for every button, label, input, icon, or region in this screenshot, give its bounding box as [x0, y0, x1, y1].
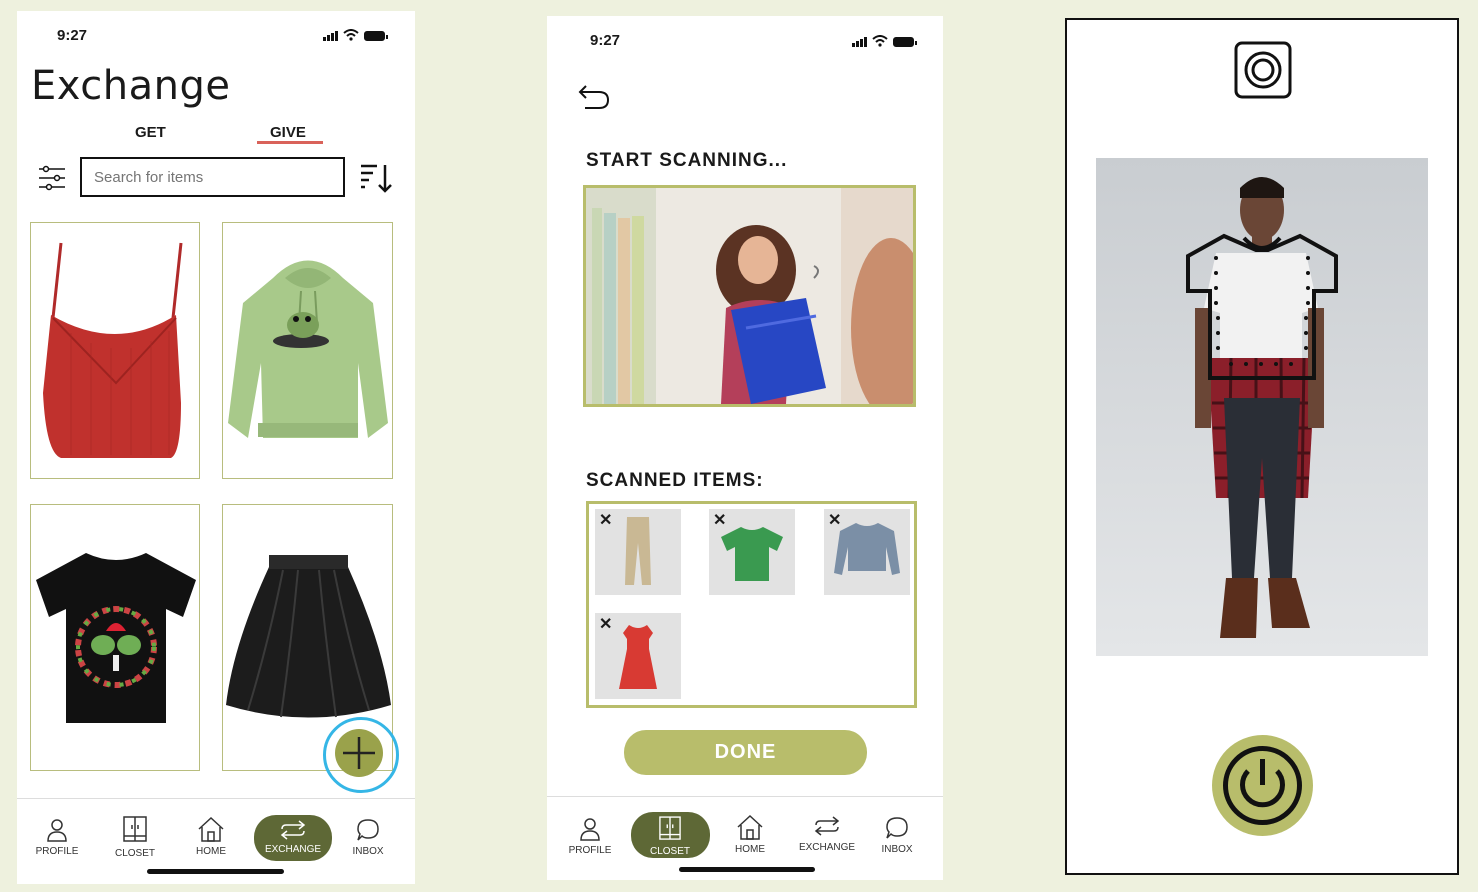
nav-closet-label: CLOSET [114, 848, 155, 859]
nav-profile-label: PROFILE [568, 845, 612, 856]
battery-icon [893, 37, 917, 47]
status-icons [323, 29, 388, 41]
status-time: 9:27 [57, 27, 88, 44]
item-card-tee[interactable] [30, 504, 200, 771]
sort-button[interactable] [359, 161, 393, 195]
nav-inbox-label: INBOX [352, 846, 384, 857]
nav-home[interactable]: HOME [176, 816, 246, 857]
nav-profile-label: PROFILE [35, 846, 79, 857]
signal-icon [323, 31, 338, 41]
green-hoodie-image [228, 260, 388, 438]
shutter-power-icon [1223, 746, 1302, 825]
back-button[interactable] [577, 84, 611, 112]
nav-inbox-label: INBOX [881, 844, 913, 855]
back-arrow-icon [578, 85, 610, 109]
nav-closet[interactable]: CLOSET [631, 812, 710, 858]
switch-camera-button[interactable] [1234, 41, 1292, 99]
nav-exchange-inner: EXCHANGE [258, 820, 328, 855]
camera-screen [1065, 18, 1459, 875]
woman-with-dress-photo [586, 188, 913, 404]
scanned-items-heading: SCANNED ITEMS: [586, 470, 764, 491]
battery-icon [364, 31, 388, 41]
nav-exchange-label: EXCHANGE [798, 842, 856, 853]
swap-icon [814, 816, 840, 836]
house-icon [737, 814, 763, 840]
nav-exchange[interactable]: EXCHANGE [792, 814, 862, 853]
nav-home-label: HOME [735, 844, 765, 855]
nav-inbox[interactable]: INBOX [333, 818, 403, 857]
active-tab-indicator [257, 141, 323, 144]
nav-closet-inner: CLOSET [635, 816, 705, 857]
tab-get[interactable]: GET [135, 124, 166, 141]
done-button[interactable]: DONE [624, 730, 867, 775]
nav-profile[interactable]: PROFILE [22, 818, 92, 857]
camera-viewfinder [1096, 158, 1428, 656]
wifi-icon [872, 35, 888, 47]
start-scanning-heading: START SCANNING... [586, 150, 788, 171]
scanned-item-trousers: ✕ [595, 509, 681, 595]
swap-icon [280, 820, 306, 840]
scan-camera-preview [583, 185, 916, 407]
item-card-hoodie[interactable] [222, 222, 393, 479]
person-icon [580, 818, 600, 841]
scan-screen: 9:27 START SCANNING... SCANNED ITEMS: ✕ [547, 16, 943, 880]
black-graphic-tee-image [36, 553, 196, 723]
plus-icon [343, 737, 375, 769]
chat-bubble-icon [357, 819, 379, 841]
signal-icon [852, 37, 867, 47]
nav-exchange-label: EXCHANGE [264, 844, 322, 855]
flip-camera-icon [1234, 41, 1292, 99]
status-time: 9:27 [590, 32, 621, 49]
nav-home[interactable]: HOME [715, 814, 785, 855]
item-card-camisole[interactable] [30, 222, 200, 479]
sort-descending-icon [361, 164, 392, 193]
wardrobe-icon [123, 816, 147, 842]
wifi-icon [343, 29, 359, 41]
scanned-item-sweater: ✕ [824, 509, 910, 595]
scanned-items-list: ✕ ✕ ✕ ✕ [586, 501, 917, 708]
home-indicator [147, 869, 284, 874]
tab-give[interactable]: GIVE [270, 124, 306, 141]
nav-inbox[interactable]: INBOX [862, 816, 932, 855]
filter-button[interactable] [37, 163, 67, 193]
exchange-screen: 9:27 Exchange GET GIVE Search for items … [17, 11, 415, 884]
nav-closet-label: CLOSET [649, 846, 690, 857]
capture-button[interactable] [1212, 735, 1313, 836]
scanned-item-green-tee: ✕ [709, 509, 795, 595]
filter-sliders-icon [39, 165, 65, 191]
person-icon [47, 819, 67, 842]
remove-item-button[interactable]: ✕ [599, 614, 612, 634]
home-indicator [679, 867, 815, 872]
house-icon [198, 816, 224, 842]
remove-item-button[interactable]: ✕ [713, 510, 726, 530]
nav-closet[interactable]: CLOSET [100, 816, 170, 859]
red-camisole-image [43, 242, 183, 458]
wardrobe-icon [659, 816, 681, 840]
model-with-shirt-outline-photo [1186, 177, 1338, 638]
status-icons [852, 35, 917, 47]
remove-item-button[interactable]: ✕ [599, 510, 612, 530]
search-input[interactable] [80, 157, 345, 197]
add-item-button[interactable] [335, 729, 383, 777]
nav-profile[interactable]: PROFILE [555, 817, 625, 856]
nav-home-label: HOME [196, 846, 226, 857]
scanned-item-red-dress: ✕ [595, 613, 681, 699]
chat-bubble-icon [886, 817, 908, 839]
nav-exchange[interactable]: EXCHANGE [254, 815, 332, 861]
page-title: Exchange [31, 63, 231, 109]
remove-item-button[interactable]: ✕ [828, 510, 841, 530]
